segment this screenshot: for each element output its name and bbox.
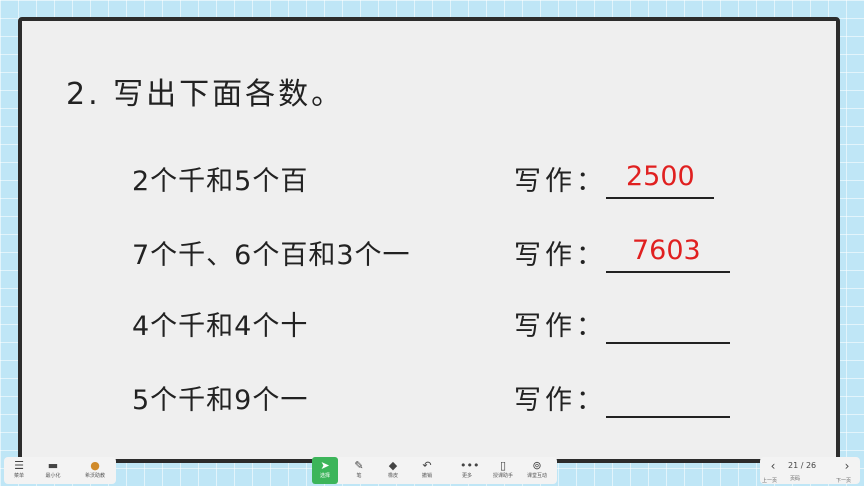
question-text: 4个千和4个十 bbox=[132, 311, 309, 342]
pen-icon: ✎ bbox=[354, 459, 364, 472]
question-text: 2个千和5个百 bbox=[132, 166, 309, 197]
teaching-assistant-label: 授课助手 bbox=[492, 473, 513, 479]
exercise-row: 7个千、6个百和3个一 写作： 7603 bbox=[22, 233, 836, 273]
answer-text: 7603 bbox=[632, 235, 701, 266]
select-tool-button[interactable]: ➤ 选择 bbox=[312, 457, 338, 484]
classroom-interaction-button[interactable]: ⊚ 课堂互动 bbox=[524, 457, 550, 484]
write-label: 写作： bbox=[514, 385, 607, 416]
select-label: 选择 bbox=[319, 473, 330, 479]
pen-tool-button[interactable]: ✎ 笔 bbox=[346, 457, 372, 484]
answer-text: 2500 bbox=[626, 161, 695, 192]
prev-page-button[interactable]: ‹ bbox=[764, 459, 782, 473]
minimize-label: 最小化 bbox=[45, 473, 61, 479]
pager-group: ‹ 上一页 21 / 26 页码 › 下一页 bbox=[760, 457, 860, 484]
prev-page-label: 上一页 bbox=[762, 478, 778, 484]
exercise-title: 2. 写出下面各数。 bbox=[66, 77, 345, 112]
more-icon: ••• bbox=[460, 459, 480, 472]
menu-button[interactable]: ☰ 菜单 bbox=[6, 457, 32, 484]
toolbar-left-group: ☰ 菜单 ▬ 最小化 ● 希沃助教 bbox=[4, 457, 116, 484]
answer-blank[interactable] bbox=[606, 342, 730, 344]
phone-icon: ▯ bbox=[499, 459, 507, 472]
avatar-icon: ● bbox=[90, 459, 100, 472]
undo-button[interactable]: ↶ 撤销 bbox=[414, 457, 440, 484]
eraser-icon: ◆ bbox=[388, 459, 398, 472]
bottom-toolbar: ☰ 菜单 ▬ 最小化 ● 希沃助教 ➤ 选择 ✎ 笔 ◆ 橡皮 ↶ 撤销 •••… bbox=[0, 455, 864, 486]
question-text: 7个千、6个百和3个一 bbox=[132, 240, 411, 271]
menu-label: 菜单 bbox=[13, 473, 24, 479]
minimize-button[interactable]: ▬ 最小化 bbox=[40, 457, 66, 484]
answer-blank[interactable]: 7603 bbox=[606, 235, 730, 273]
pen-label: 笔 bbox=[356, 473, 362, 479]
answer-blank[interactable]: 2500 bbox=[606, 161, 714, 199]
slide: 2. 写出下面各数。 2个千和5个百 写作： 2500 7个千、6个百和3个一 … bbox=[18, 17, 840, 463]
undo-icon: ↶ bbox=[422, 459, 432, 472]
toolbar-center-group: ➤ 选择 ✎ 笔 ◆ 橡皮 ↶ 撤销 ••• 更多 ▯ 授课助手 ⊚ 课堂互动 bbox=[312, 457, 557, 484]
pointer-icon: ➤ bbox=[320, 459, 330, 472]
exercise-row: 5个千和9个一 写作： bbox=[22, 378, 836, 418]
eraser-label: 橡皮 bbox=[387, 473, 398, 479]
menu-icon: ☰ bbox=[14, 459, 24, 472]
minimize-icon: ▬ bbox=[47, 459, 59, 472]
exercise-row: 4个千和4个十 写作： bbox=[22, 304, 836, 344]
question-text: 5个千和9个一 bbox=[132, 385, 309, 416]
location-icon: ⊚ bbox=[532, 459, 542, 472]
assistant-button[interactable]: ● 希沃助教 bbox=[82, 457, 108, 484]
write-label: 写作： bbox=[514, 311, 607, 342]
undo-label: 撤销 bbox=[421, 473, 432, 479]
assistant-label: 希沃助教 bbox=[84, 473, 105, 479]
page-indicator-label: 页码 bbox=[790, 476, 801, 482]
answer-blank[interactable] bbox=[606, 416, 730, 418]
exercise-row: 2个千和5个百 写作： 2500 bbox=[22, 159, 836, 199]
more-label: 更多 bbox=[461, 473, 472, 479]
teaching-assistant-button[interactable]: ▯ 授课助手 bbox=[490, 457, 516, 484]
eraser-tool-button[interactable]: ◆ 橡皮 bbox=[380, 457, 406, 484]
page-indicator[interactable]: 21 / 26 bbox=[788, 461, 816, 470]
next-page-label: 下一页 bbox=[836, 478, 852, 484]
classroom-interaction-label: 课堂互动 bbox=[526, 473, 547, 479]
chevron-right-icon: › bbox=[844, 459, 850, 473]
more-button[interactable]: ••• 更多 bbox=[454, 457, 480, 484]
write-label: 写作： bbox=[514, 166, 607, 197]
write-label: 写作： bbox=[514, 240, 607, 271]
chevron-left-icon: ‹ bbox=[770, 459, 776, 473]
next-page-button[interactable]: › bbox=[838, 459, 856, 473]
